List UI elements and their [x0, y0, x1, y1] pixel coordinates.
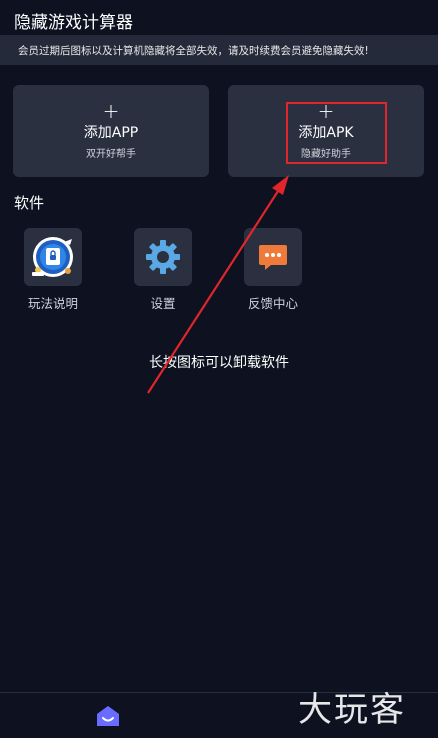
add-app-button[interactable]: + 添加APP 双开好帮手	[13, 85, 209, 177]
app-item-label: 设置	[150, 296, 176, 311]
add-app-title: 添加APP	[83, 125, 139, 141]
membership-notice-banner: 会员过期后图标以及计算机隐藏将全部失效，请及时续费会员避免隐藏失效!	[0, 35, 438, 65]
add-apk-title: 添加APK	[298, 125, 354, 141]
plus-icon: +	[102, 99, 120, 123]
app-item-label: 反馈中心	[247, 296, 298, 311]
watermark-logo: 大玩客	[298, 690, 406, 730]
app-item-label: 玩法说明	[27, 296, 78, 311]
app-item-feedback[interactable]: 反馈中心	[228, 228, 318, 312]
software-section-label: 软件	[14, 194, 45, 212]
feedback-tile	[244, 228, 302, 286]
page-title: 隐藏游戏计算器	[14, 13, 133, 33]
app-item-settings[interactable]: 设置	[118, 228, 208, 312]
guide-tile	[24, 228, 82, 286]
plus-icon: +	[317, 99, 335, 123]
feedback-icon	[259, 245, 287, 270]
add-apk-subtitle: 隐藏好助手	[301, 149, 351, 160]
add-app-subtitle: 双开好帮手	[86, 149, 136, 160]
settings-tile	[134, 228, 192, 286]
add-apk-button[interactable]: + 添加APK 隐藏好助手	[228, 85, 424, 177]
notice-text: 会员过期后图标以及计算机隐藏将全部失效，请及时续费会员避免隐藏失效!	[18, 44, 369, 57]
gear-icon	[146, 240, 180, 274]
uninstall-hint: 长按图标可以卸载软件	[149, 355, 289, 371]
guide-icon	[24, 228, 82, 286]
home-icon[interactable]	[96, 705, 120, 727]
app-item-guide[interactable]: 玩法说明	[8, 228, 98, 312]
